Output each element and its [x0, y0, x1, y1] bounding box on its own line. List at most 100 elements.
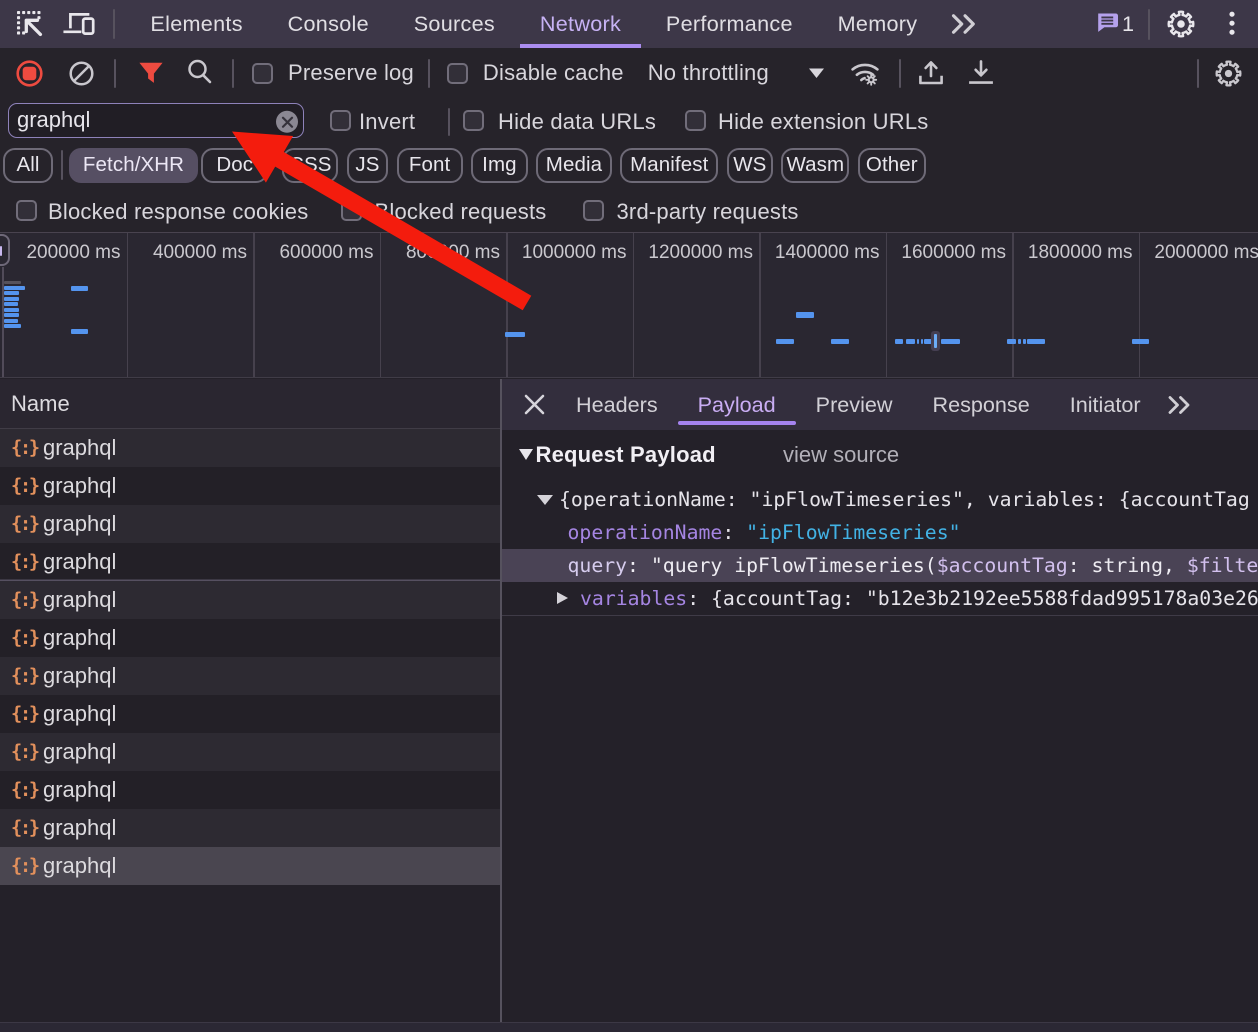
network-settings-button[interactable] — [1199, 48, 1258, 98]
request-row[interactable]: {:} graphql — [0, 657, 501, 695]
type-chip[interactable]: JS — [347, 148, 388, 183]
request-row[interactable]: {:} graphql — [0, 467, 501, 505]
view-source-link[interactable]: view source — [783, 442, 899, 468]
type-chip[interactable]: Doc — [201, 148, 268, 183]
disable-cache-checkbox[interactable] — [447, 63, 468, 84]
clear-network-log-button[interactable] — [58, 48, 105, 98]
request-row[interactable]: {:} graphql — [0, 543, 501, 581]
json-request-icon: {:} — [11, 628, 42, 649]
type-chip[interactable]: Manifest — [620, 148, 718, 183]
detail-tab[interactable]: Headers — [556, 379, 678, 430]
filter-button[interactable] — [116, 48, 185, 98]
request-payload-section-header[interactable]: Request Payload view source — [502, 430, 1258, 480]
request-row[interactable]: {:} graphql — [0, 771, 501, 809]
json-request-icon: {:} — [11, 780, 42, 801]
more-detail-tabs-button[interactable] — [1155, 379, 1205, 430]
detail-tab[interactable]: Response — [912, 379, 1049, 430]
request-row[interactable]: {:} graphql — [0, 809, 501, 847]
tick-label: 800000 ms — [406, 242, 500, 264]
type-chip-all[interactable]: All — [3, 148, 53, 183]
type-chip-label: WS — [733, 153, 766, 177]
payload-segment: : — [687, 587, 711, 610]
close-icon — [523, 393, 546, 416]
blocked-response-cookies-checkbox[interactable] — [16, 200, 37, 221]
waterfall-mark — [831, 339, 850, 345]
request-row[interactable]: {:} graphql — [0, 429, 501, 467]
request-row[interactable]: {:} graphql — [0, 847, 501, 885]
tree-expand-icon[interactable] — [537, 495, 553, 505]
payload-line-text: operationName: "ipFlowTimeseries" — [568, 521, 961, 544]
more-tabs-button[interactable] — [940, 0, 990, 48]
overview-left-edge — [2, 267, 4, 377]
import-har-button[interactable] — [905, 48, 957, 98]
type-chip[interactable]: WS — [727, 148, 773, 183]
gridline — [506, 233, 508, 377]
type-chip[interactable]: Wasm — [781, 148, 849, 183]
type-chip[interactable]: Fetch/XHR — [69, 148, 198, 183]
request-row[interactable]: {:} graphql — [0, 733, 501, 771]
type-chip-label: JS — [355, 153, 379, 177]
detail-tab[interactable]: Initiator — [1050, 379, 1161, 430]
payload-tree-row[interactable]: operationName: "ipFlowTimeseries" — [502, 516, 1258, 549]
pane-resize-divider[interactable] — [500, 379, 502, 1022]
payload-line-text: {operationName: "ipFlowTimeseries", vari… — [559, 488, 1250, 511]
detail-tab[interactable]: Payload — [678, 379, 796, 430]
tree-expand-icon[interactable] — [557, 592, 568, 604]
clear-filter-button[interactable] — [276, 111, 298, 133]
close-details-button[interactable] — [523, 393, 546, 416]
panel-tab[interactable]: Performance — [644, 0, 816, 48]
invert-checkbox[interactable] — [330, 110, 351, 131]
panel-tab[interactable]: Memory — [815, 0, 940, 48]
waterfall-mark — [71, 286, 89, 291]
preserve-log-checkbox[interactable] — [252, 63, 273, 84]
panel-tab[interactable]: Elements — [128, 0, 265, 48]
waterfall-mark — [4, 319, 19, 323]
network-overview-timeline[interactable]: 200000 ms400000 ms600000 ms800000 ms1000… — [0, 232, 1258, 378]
overview-resize-handle[interactable] — [0, 234, 10, 266]
json-request-icon: {:} — [11, 552, 42, 573]
issues-count: 1 — [1122, 11, 1134, 37]
detail-tab[interactable]: Preview — [796, 379, 913, 430]
payload-tree-row[interactable]: variables: {accountTag: "b12e3b2192ee558… — [502, 582, 1258, 615]
request-name: graphql — [43, 549, 116, 575]
request-name: graphql — [43, 511, 116, 537]
panel-tab[interactable]: Sources — [391, 0, 517, 48]
waterfall-mark — [1018, 339, 1021, 345]
toggle-device-toolbar-button[interactable] — [63, 0, 95, 48]
waterfall-mark — [4, 308, 19, 312]
record-network-log-button[interactable] — [0, 48, 58, 98]
throttling-select[interactable]: No throttling — [648, 60, 825, 86]
request-row[interactable]: {:} graphql — [0, 695, 501, 733]
blocked-requests-checkbox[interactable] — [341, 200, 362, 221]
search-button[interactable] — [180, 48, 220, 98]
type-chip[interactable]: CSS — [282, 148, 338, 183]
type-chip[interactable]: Other — [858, 148, 926, 183]
name-column-header[interactable]: Name — [0, 379, 501, 429]
type-chip[interactable]: Media — [536, 148, 611, 183]
waterfall-mark — [941, 339, 960, 345]
payload-tree-row[interactable]: {operationName: "ipFlowTimeseries", vari… — [502, 483, 1258, 516]
type-chip[interactable]: Img — [471, 148, 528, 183]
network-conditions-button[interactable] — [825, 48, 881, 98]
payload-tree-row[interactable]: query: "query ipFlowTimeseries($accountT… — [502, 549, 1258, 582]
hide-extension-urls-checkbox[interactable] — [685, 110, 706, 131]
third-party-requests-checkbox[interactable] — [583, 200, 604, 221]
hide-data-urls-checkbox[interactable] — [463, 110, 484, 131]
filter-text-input[interactable]: graphql — [8, 103, 304, 138]
waterfall-mark — [1132, 339, 1149, 345]
json-request-icon: {:} — [11, 856, 42, 877]
settings-button[interactable] — [1150, 0, 1212, 48]
request-row[interactable]: {:} graphql — [0, 581, 501, 619]
request-row[interactable]: {:} graphql — [0, 505, 501, 543]
request-row[interactable]: {:} graphql — [0, 619, 501, 657]
detail-tab-label: Preview — [816, 392, 893, 418]
type-chip[interactable]: Font — [397, 148, 463, 183]
payload-segment: operationName — [568, 521, 723, 544]
network-filter-row: graphql Invert Hide data URLs Hide exten… — [0, 98, 1258, 148]
export-har-button[interactable] — [956, 48, 1006, 98]
inspect-element-button[interactable] — [15, 0, 45, 48]
payload-segment: : string, — [1068, 554, 1187, 577]
customize-devtools-button[interactable] — [1212, 0, 1252, 48]
panel-tab[interactable]: Network — [517, 0, 643, 48]
panel-tab[interactable]: Console — [265, 0, 391, 48]
